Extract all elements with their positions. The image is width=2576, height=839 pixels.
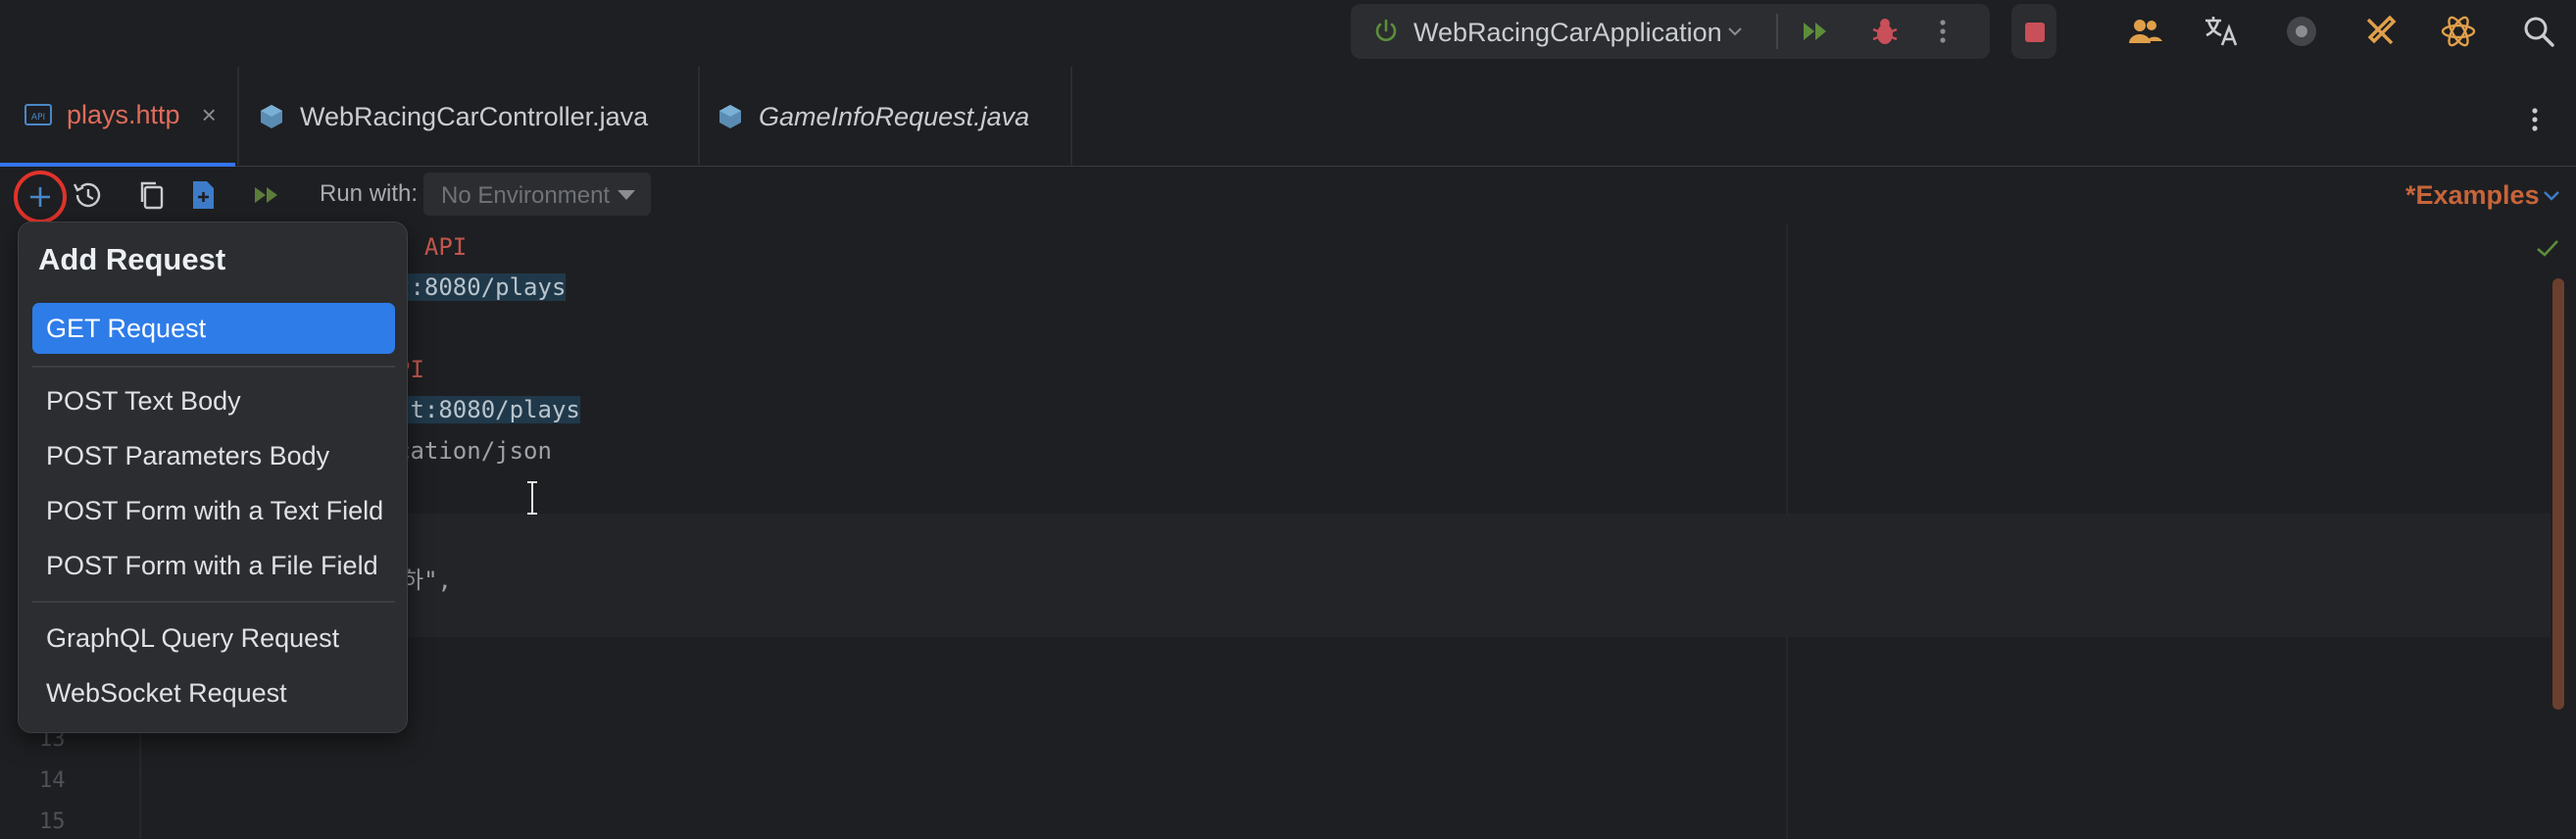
menu-separator xyxy=(32,601,395,603)
copy-icon[interactable] xyxy=(135,178,169,212)
run-configuration-widget: WebRacingCarApplication xyxy=(1351,4,1990,59)
environment-value: No Environment xyxy=(441,182,611,209)
stop-button[interactable] xyxy=(2011,4,2056,59)
run-with-label: Run with: xyxy=(320,180,419,207)
http-client-toolbar: Run with: No Environment *Examples xyxy=(0,167,2576,223)
chevron-down-icon[interactable] xyxy=(1727,25,1743,37)
menu-item-websocket-request[interactable]: WebSocket Request xyxy=(32,667,395,718)
line-number: 14 xyxy=(39,768,66,793)
tab-divider xyxy=(698,67,700,165)
record-icon[interactable] xyxy=(2282,12,2321,51)
close-icon[interactable]: × xyxy=(202,100,217,130)
tab-webracingcarcontroller[interactable]: WebRacingCarController.java xyxy=(257,67,698,167)
tab-label: plays.http xyxy=(67,99,180,129)
dropdown-arrow-icon xyxy=(618,190,635,200)
add-request-popup: Add Request GET Request POST Text Body P… xyxy=(18,222,408,733)
code-line: 하", xyxy=(402,567,452,594)
examples-button[interactable]: *Examples xyxy=(2405,180,2540,211)
api-file-icon: API xyxy=(25,104,52,125)
line-number: 15 xyxy=(39,810,66,834)
text-cursor-icon xyxy=(527,481,537,515)
plus-icon xyxy=(30,187,50,207)
svg-text:API: API xyxy=(31,113,45,123)
more-vertical-icon[interactable] xyxy=(1937,18,1949,45)
chevron-down-icon[interactable] xyxy=(2543,190,2560,202)
run-all-icon[interactable] xyxy=(1800,18,1831,45)
convert-file-icon[interactable] xyxy=(186,178,220,212)
tab-divider xyxy=(237,67,239,165)
tab-label: GameInfoRequest.java xyxy=(759,101,1030,131)
popup-title: Add Request xyxy=(38,242,226,276)
menu-separator xyxy=(32,366,395,368)
stop-icon xyxy=(2025,23,2045,42)
tab-plays-http[interactable]: API plays.http × xyxy=(0,67,235,167)
main-toolbar: WebRacingCarApplication xyxy=(0,0,2576,63)
code-line: st:8080/plays xyxy=(396,396,580,423)
search-icon[interactable] xyxy=(2519,12,2558,51)
menu-item-get-request[interactable]: GET Request xyxy=(32,303,395,354)
code-with-me-icon[interactable] xyxy=(2125,12,2164,51)
ai-assistant-icon[interactable] xyxy=(2439,12,2478,51)
menu-item-post-parameters-body[interactable]: POST Parameters Body xyxy=(32,430,395,481)
tab-label: WebRacingCarController.java xyxy=(300,101,649,131)
vertical-scrollbar[interactable] xyxy=(2552,278,2564,710)
run-configuration-selector[interactable]: WebRacingCarApplication xyxy=(1413,18,1722,48)
code-line: t:8080/plays xyxy=(396,273,567,301)
menu-item-graphql-query-request[interactable]: GraphQL Query Request xyxy=(32,613,395,664)
code-line: cation/json xyxy=(396,437,552,465)
tab-gameinforequest[interactable]: GameInfoRequest.java xyxy=(716,67,1068,167)
check-icon xyxy=(2537,240,2558,257)
build-tools-icon[interactable] xyxy=(2360,12,2400,51)
divider xyxy=(1776,14,1778,49)
power-icon xyxy=(1375,19,1397,41)
editor-tab-bar: API plays.http × WebRacingCarController.… xyxy=(0,67,2576,167)
history-icon[interactable] xyxy=(71,178,104,212)
current-block-highlight xyxy=(141,514,2551,637)
debug-bug-icon[interactable] xyxy=(1870,16,1900,47)
java-class-icon xyxy=(261,105,282,128)
more-vertical-icon[interactable] xyxy=(2529,106,2541,133)
menu-item-post-form-text-field[interactable]: POST Form with a Text Field xyxy=(32,485,395,536)
translate-icon[interactable] xyxy=(2202,12,2241,51)
menu-item-post-form-file-field[interactable]: POST Form with a File Field xyxy=(32,540,395,591)
tab-divider xyxy=(1070,67,1072,165)
environment-select[interactable]: No Environment xyxy=(423,173,651,216)
add-request-button[interactable] xyxy=(14,171,67,223)
run-all-requests-icon[interactable] xyxy=(251,178,284,212)
java-class-icon xyxy=(719,105,741,128)
menu-item-post-text-body[interactable]: POST Text Body xyxy=(32,375,395,426)
